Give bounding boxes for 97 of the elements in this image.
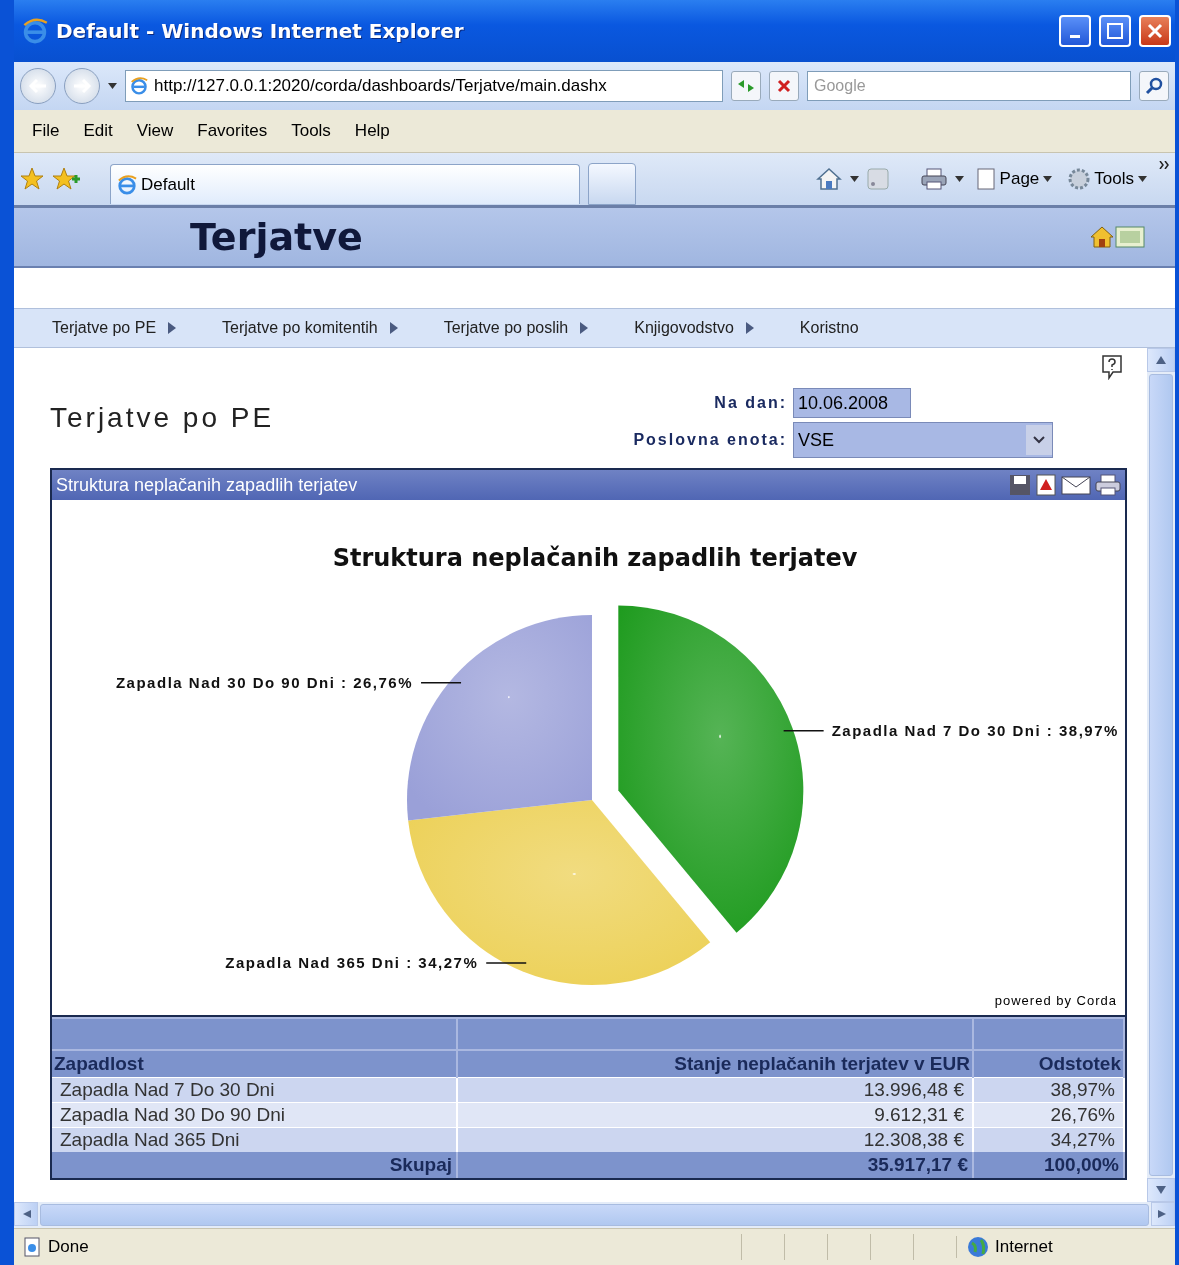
arrow-right-icon [72,78,92,94]
leader-line [782,730,825,732]
caret-icon [849,176,859,182]
panel-title: Struktura neplačanih zapadlih terjatev [56,474,358,496]
gear-icon [1068,168,1091,190]
total-cell: 100,00% [973,1152,1124,1178]
search-icon [1145,77,1163,95]
home-icon[interactable] [1089,225,1115,249]
page-icon [975,168,996,190]
maximize-button[interactable] [1099,15,1131,47]
column-header: Zapadlost [52,1050,457,1078]
minimize-button[interactable] [1059,15,1091,47]
scroll-right-button[interactable] [1151,1202,1175,1226]
total-cell: Skupaj [52,1152,457,1178]
printer-icon[interactable] [1095,474,1121,496]
close-icon [777,79,791,93]
table-cell: 38,97% [973,1077,1124,1103]
select-field[interactable]: VSE [793,422,1053,458]
caret-icon [1043,176,1053,182]
browser-logo-icon [22,18,48,44]
add-favorite-icon [52,167,80,191]
caret-icon [108,83,117,89]
app-title: Terjatve [190,215,364,259]
refresh-icon [736,78,756,94]
menu-item[interactable]: Edit [71,121,125,141]
command-button[interactable]: Tools [1064,168,1151,190]
page-heading: Terjatve po PE [50,402,275,434]
nav-menu-item[interactable]: Koristno [799,319,859,337]
menu-item[interactable]: View [124,121,186,141]
triangle-left-icon [21,1210,31,1218]
column-header: Stanje neplačanih terjatev v EUR [457,1050,973,1078]
field-label: Na dan: [713,394,787,412]
leader-line [485,962,527,964]
scrollbar-thumb[interactable] [1149,374,1173,1176]
total-cell: 35.917,17 € [457,1152,973,1178]
nav-menu-item[interactable]: Terjatve po PE [52,319,177,337]
star-icon [20,167,44,191]
table-cell: 9.612,31 € [457,1102,973,1128]
triangle-up-icon [1156,356,1166,364]
status-text: Done [48,1237,90,1257]
home-icon [815,167,842,191]
chart-credit: powered by Corda [994,993,1117,1008]
triangle-right-icon [1158,1210,1168,1218]
search-button[interactable] [1139,71,1169,101]
close-icon [1147,23,1163,39]
chevron-down-icon [1033,436,1045,444]
triangle-down-icon [1156,1186,1166,1194]
menu-item[interactable]: Tools [279,121,343,141]
scroll-left-button[interactable] [14,1202,38,1226]
field-label: Poslovna enota: [633,431,787,449]
nav-menu-item[interactable]: Terjatve po komitentih [222,319,398,337]
search-field[interactable]: Google [807,71,1131,101]
browser-logo-icon [130,77,148,95]
printer-icon [920,168,947,190]
globe-icon [967,1236,989,1258]
table-cell: 13.996,48 € [457,1077,973,1103]
stop-button[interactable] [769,71,799,101]
menu-item[interactable]: Help [342,121,402,141]
close-button[interactable] [1139,15,1171,47]
nav-menu-item[interactable]: Knjigovodstvo [634,319,754,337]
document-icon[interactable] [1035,474,1057,496]
table-cell: 26,76% [973,1102,1124,1128]
page-icon [22,1237,42,1257]
save-icon[interactable] [1009,474,1031,496]
chevron-right-icon[interactable] [1159,161,1169,169]
date-field[interactable]: 10.06.2008 [793,388,911,418]
browser-logo-icon [117,174,137,195]
slice-label: Zapadla Nad 30 Do 90 Dni : 26,76% [115,673,414,691]
table-cell: 34,27% [973,1127,1124,1152]
scrollbar-thumb[interactable] [40,1204,1149,1226]
refresh-button[interactable] [731,71,761,101]
table-cell: Zapadla Nad 365 Dni [52,1127,457,1152]
menu-item[interactable]: Favorites [185,121,280,141]
address-field[interactable]: http://127.0.0.1:2020/corda/dashboards/Terjatve/main.dashx [125,70,723,102]
browser-tab[interactable]: Default [110,164,580,204]
nav-menu-item[interactable]: Terjatve po poslih [443,319,589,337]
arrow-left-icon [28,78,48,94]
command-button[interactable]: Page [971,168,1057,190]
scroll-up-button[interactable] [1147,348,1175,372]
table-cell: Zapadla Nad 7 Do 30 Dni [52,1077,457,1103]
security-zone: Internet [995,1237,1053,1257]
caret-icon [1138,176,1147,182]
help-icon[interactable] [1101,354,1123,380]
envelope-icon[interactable] [1061,474,1091,496]
window-title: Default - Windows Internet Explorer [56,19,465,43]
maximize-icon [1107,23,1123,39]
column-header: Odstotek [973,1050,1124,1078]
minimize-icon [1070,34,1080,38]
table-cell: 12.308,38 € [457,1127,973,1152]
leader-line [420,682,462,684]
chart-title: Struktura neplačanih zapadlih terjatev [332,544,858,572]
menu-item[interactable]: File [20,121,72,141]
caret-icon [954,176,964,182]
slice-label: Zapadla Nad 365 Dni : 34,27% [225,954,479,971]
scroll-down-button[interactable] [1147,1178,1175,1202]
table-cell: Zapadla Nad 30 Do 90 Dni [52,1102,457,1128]
slice-label: Zapadla Nad 7 Do 30 Dni : 38,97% [831,721,1119,739]
